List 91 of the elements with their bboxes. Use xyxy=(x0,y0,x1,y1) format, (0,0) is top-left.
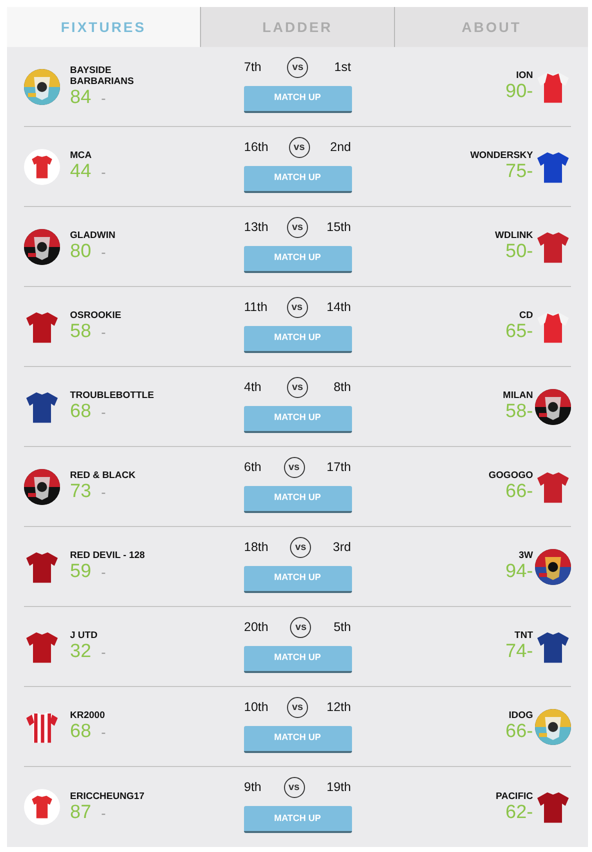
rank: 9th xyxy=(244,779,262,796)
team-name: MILAN xyxy=(502,390,533,401)
rank: 4th xyxy=(244,378,262,396)
score-dash: - xyxy=(101,163,106,182)
team-score: 65- xyxy=(506,321,533,343)
team-name: IDOG xyxy=(508,710,533,721)
team-score: 87 xyxy=(70,802,92,824)
rank: 3rd xyxy=(332,538,351,556)
versus-label: vs xyxy=(290,536,312,558)
rank: 8th xyxy=(334,378,351,396)
versus-label: vs xyxy=(284,456,305,478)
rank: 1st xyxy=(334,58,351,76)
rank: 11th xyxy=(244,298,268,316)
team-score: 62- xyxy=(506,802,533,824)
team-name: ION xyxy=(516,70,533,81)
score-dash: - xyxy=(101,804,106,822)
team-name: WONDERSKY xyxy=(470,150,533,161)
team-score: 68 xyxy=(70,401,92,423)
team-name: RED DEVIL - 128 xyxy=(70,550,146,561)
rank: 13th xyxy=(244,218,268,236)
versus-label: vs xyxy=(287,56,308,78)
score-dash: - xyxy=(101,563,106,582)
score-dash: - xyxy=(101,88,106,108)
match-up-button[interactable]: MATCH UP xyxy=(244,726,352,752)
versus-label: vs xyxy=(287,216,308,238)
team-score: 90- xyxy=(506,81,533,103)
rank: 12th xyxy=(326,698,351,716)
rank: 5th xyxy=(334,618,351,636)
match-up-button[interactable]: MATCH UP xyxy=(244,806,352,833)
team-score: 44 xyxy=(70,161,92,183)
versus-label: vs xyxy=(288,136,310,158)
team-name: GOGOGO xyxy=(488,470,533,481)
team-name: BAYSIDE BARBARIANS xyxy=(70,64,135,86)
team-name: PACIFIC xyxy=(496,790,533,802)
team-score: 84 xyxy=(70,86,92,108)
rank: 10th xyxy=(244,698,268,716)
team-score: 58 xyxy=(70,321,92,343)
score-dash: - xyxy=(101,323,106,342)
team-score: 94- xyxy=(506,561,533,583)
match-up-button[interactable]: MATCH UP xyxy=(244,406,352,432)
score-dash: - xyxy=(101,403,106,422)
versus-label: vs xyxy=(286,296,308,318)
rank: 15th xyxy=(326,218,351,236)
rank: 19th xyxy=(326,779,351,796)
score-dash: - xyxy=(101,483,106,502)
match-up-button[interactable]: MATCH UP xyxy=(244,246,352,272)
versus-label: vs xyxy=(287,696,308,718)
team-score: 74- xyxy=(506,641,533,663)
team-name: 3W xyxy=(518,550,533,561)
match-up-button[interactable]: MATCH UP xyxy=(244,646,352,672)
match-up-button[interactable]: MATCH UP xyxy=(244,86,352,112)
team-score: 73 xyxy=(70,481,92,503)
versus-label: vs xyxy=(290,616,312,638)
versus-label: vs xyxy=(287,376,308,398)
rank: 7th xyxy=(244,58,262,76)
match-up-button[interactable]: MATCH UP xyxy=(244,566,352,592)
team-name: MCA xyxy=(70,150,93,161)
tab[interactable]: FIXTURES xyxy=(7,7,200,47)
team-score: 50- xyxy=(506,241,533,263)
team-name: KR2000 xyxy=(70,710,106,721)
team-score: 75- xyxy=(506,161,533,183)
team-name: CD xyxy=(519,310,533,321)
team-score: 32 xyxy=(70,641,92,663)
team-score: 66- xyxy=(506,481,533,503)
score-dash: - xyxy=(101,243,106,262)
team-score: 66- xyxy=(506,721,533,743)
rank: 2nd xyxy=(330,138,351,156)
match-up-button[interactable]: MATCH UP xyxy=(244,166,352,192)
team-name: RED & BLACK xyxy=(70,470,136,481)
team-score: 59 xyxy=(70,561,92,583)
score-dash: - xyxy=(101,723,106,742)
team-name: WDLINK xyxy=(495,230,533,241)
team-name: TNT xyxy=(514,630,533,641)
score-dash: - xyxy=(101,643,106,662)
rank: 20th xyxy=(244,618,268,636)
rank: 17th xyxy=(326,458,351,476)
team-name: TROUBLEBOTTLE xyxy=(70,390,155,401)
match-up-button[interactable]: MATCH UP xyxy=(244,486,352,512)
team-score: 58- xyxy=(506,401,533,423)
team-score: 68 xyxy=(70,721,92,743)
rank: 6th xyxy=(244,458,262,476)
team-score: 80 xyxy=(70,241,92,263)
rank: 14th xyxy=(326,298,351,316)
team-name: GLADWIN xyxy=(70,230,116,241)
match-up-button[interactable]: MATCH UP xyxy=(244,326,352,352)
team-name: ERICCHEUNG17 xyxy=(70,790,146,802)
versus-label: vs xyxy=(284,777,305,798)
team-name: J UTD xyxy=(70,630,98,641)
team-name: OSROOKIE xyxy=(70,310,122,321)
rank: 18th xyxy=(244,538,268,556)
rank: 16th xyxy=(244,138,268,156)
